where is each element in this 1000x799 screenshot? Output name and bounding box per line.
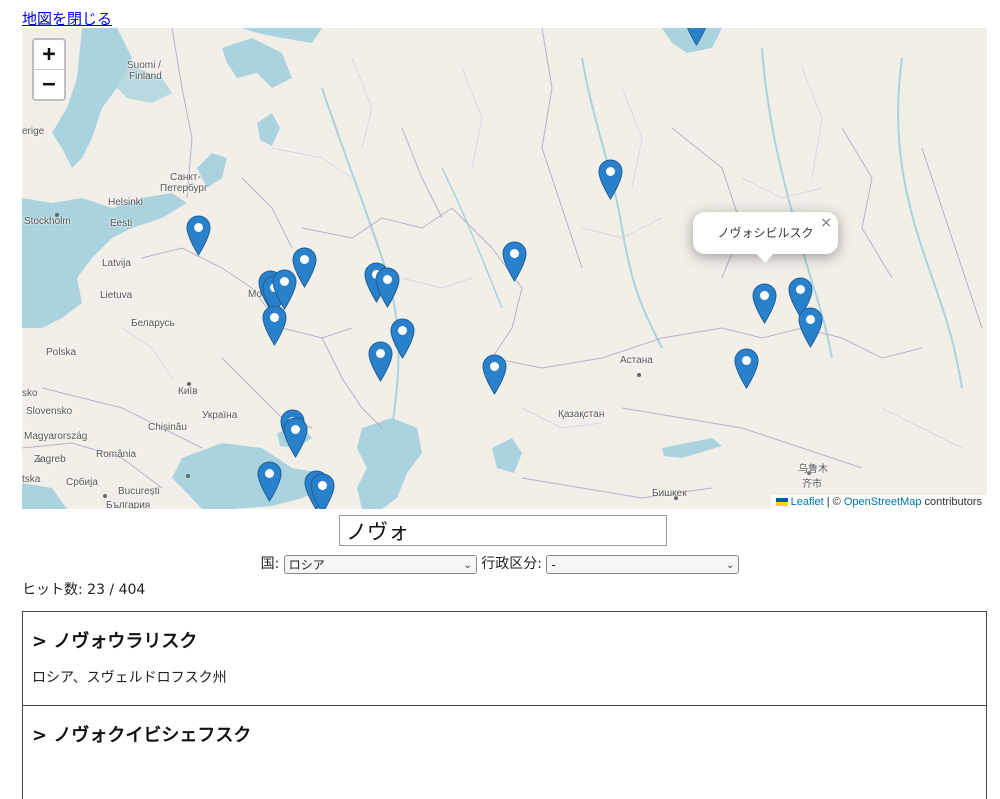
country-label: 国: (260, 556, 280, 572)
map-label: Санкт- (170, 172, 201, 183)
map-label: Slovensko (26, 406, 73, 417)
country-select[interactable]: ロシア ⌄ (283, 554, 477, 574)
map-marker-icon[interactable] (501, 241, 527, 282)
map-label: România (96, 449, 137, 460)
map-label: България (106, 500, 151, 509)
map-label: Беларусь (131, 318, 175, 329)
zoom-out-button[interactable]: − (34, 69, 64, 99)
map-label: Stockholm (24, 216, 71, 227)
admin-label: 行政区分: (481, 556, 542, 572)
map-label: Magyarország (24, 431, 88, 442)
map-marker-icon[interactable] (185, 215, 211, 256)
map-label: sko (22, 388, 38, 399)
map-label: Helsinki (108, 197, 144, 208)
map-label: Київ (178, 386, 198, 397)
list-item[interactable]: > ノヴォクイビシェフスク (22, 705, 987, 799)
map[interactable]: + − Suomi / Finland erige Санкт- Петербу… (22, 28, 987, 509)
search-input[interactable]: ノヴォ (339, 515, 667, 546)
result-subtitle: ロシア、スヴェルドロフスク州 (32, 670, 227, 686)
map-label: Србија (66, 477, 98, 488)
map-label: 齐市 (802, 479, 822, 490)
map-marker-icon[interactable] (256, 461, 282, 502)
map-marker-icon[interactable] (597, 159, 623, 200)
map-label: Polska (46, 347, 77, 358)
zoom-in-button[interactable]: + (34, 40, 64, 69)
popup-tip (755, 252, 775, 263)
map-marker-icon[interactable] (261, 305, 287, 346)
map-label: 乌鲁木 (798, 464, 828, 475)
attribution-separator: | © (823, 496, 844, 508)
admin-select-value: - (551, 557, 556, 572)
map-marker-icon[interactable] (733, 348, 759, 389)
chevron-down-icon: ⌄ (726, 559, 735, 571)
map-label: tska (22, 474, 41, 485)
country-select-value: ロシア (288, 557, 325, 572)
ukraine-flag-icon (775, 498, 788, 507)
map-label: Chișinău (148, 422, 187, 433)
map-label: Lietuva (100, 290, 133, 301)
map-label: erige (22, 126, 45, 137)
map-popup: ノヴォシビルスク × (693, 212, 838, 263)
map-label: Suomi / (127, 60, 161, 71)
map-marker-icon[interactable] (309, 473, 335, 509)
map-label: Eesti (110, 218, 133, 229)
map-label: Latvija (102, 258, 131, 269)
map-label: Астана (620, 355, 653, 366)
result-title: ノヴォウラリスク (53, 631, 198, 652)
map-label: Україна (202, 410, 238, 421)
map-marker-icon[interactable] (271, 269, 297, 310)
map-marker-icon[interactable] (282, 417, 308, 458)
popup-text: ノヴォシビルスク (717, 226, 814, 240)
map-label: Finland (129, 71, 162, 82)
map-label: Петербург (160, 183, 208, 194)
close-map-link[interactable]: 地図を閉じる (22, 8, 112, 29)
results-list: > ノヴォウラリスク ロシア、スヴェルドロフスク州 > ノヴォクイビシェフスク (22, 611, 987, 799)
map-label: București (118, 486, 160, 497)
filter-bar: 国: ロシア ⌄ 行政区分: - ⌄ (0, 553, 1000, 574)
map-marker-icon[interactable] (797, 307, 823, 348)
osm-link[interactable]: OpenStreetMap (844, 496, 922, 508)
map-marker-icon[interactable] (481, 354, 507, 395)
chevron-right-icon: > (32, 631, 48, 652)
admin-select[interactable]: - ⌄ (546, 554, 740, 574)
map-marker-icon[interactable] (684, 28, 709, 46)
map-marker-icon[interactable] (367, 341, 393, 382)
map-attribution: Leaflet | © OpenStreetMap contributors (770, 495, 987, 509)
map-label: Zagreb (34, 454, 66, 465)
hit-count: ヒット数: 23 / 404 (22, 582, 146, 598)
list-item[interactable]: > ノヴォウラリスク ロシア、スヴェルドロフスク州 (22, 611, 987, 705)
attribution-contributors: contributors (921, 496, 982, 508)
zoom-control: + − (32, 38, 66, 101)
map-marker-icon[interactable] (374, 267, 400, 308)
map-marker-icon[interactable] (751, 283, 777, 324)
leaflet-link[interactable]: Leaflet (791, 496, 824, 508)
map-label: Бишкек (652, 488, 687, 499)
map-label: Қазақстан (558, 409, 605, 420)
map-marker-icon[interactable] (389, 318, 415, 359)
result-title: ノヴォクイビシェフスク (53, 725, 252, 746)
popup-close-button[interactable]: × (820, 215, 832, 231)
chevron-right-icon: > (32, 725, 48, 746)
chevron-down-icon: ⌄ (463, 559, 472, 571)
